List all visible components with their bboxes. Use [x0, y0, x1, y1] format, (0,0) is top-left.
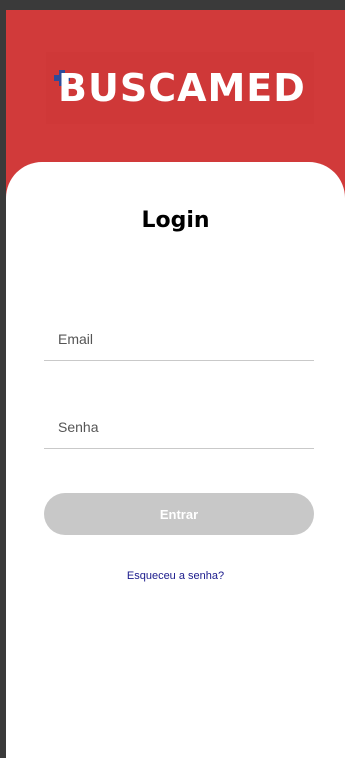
email-field[interactable] [44, 317, 314, 361]
login-button[interactable]: Entrar [44, 493, 314, 535]
forgot-password-link[interactable]: Esqueceu a senha? [6, 570, 345, 582]
logo-text: BUSCAMED [58, 66, 306, 110]
login-card [6, 162, 345, 758]
logo: BUSCAMED [46, 52, 314, 124]
app-screen: BUSCAMED Login Entrar Esqueceu a senha? [6, 10, 345, 758]
page-title: Login [141, 208, 210, 233]
password-field[interactable] [44, 405, 314, 449]
window-frame-top [0, 0, 345, 10]
